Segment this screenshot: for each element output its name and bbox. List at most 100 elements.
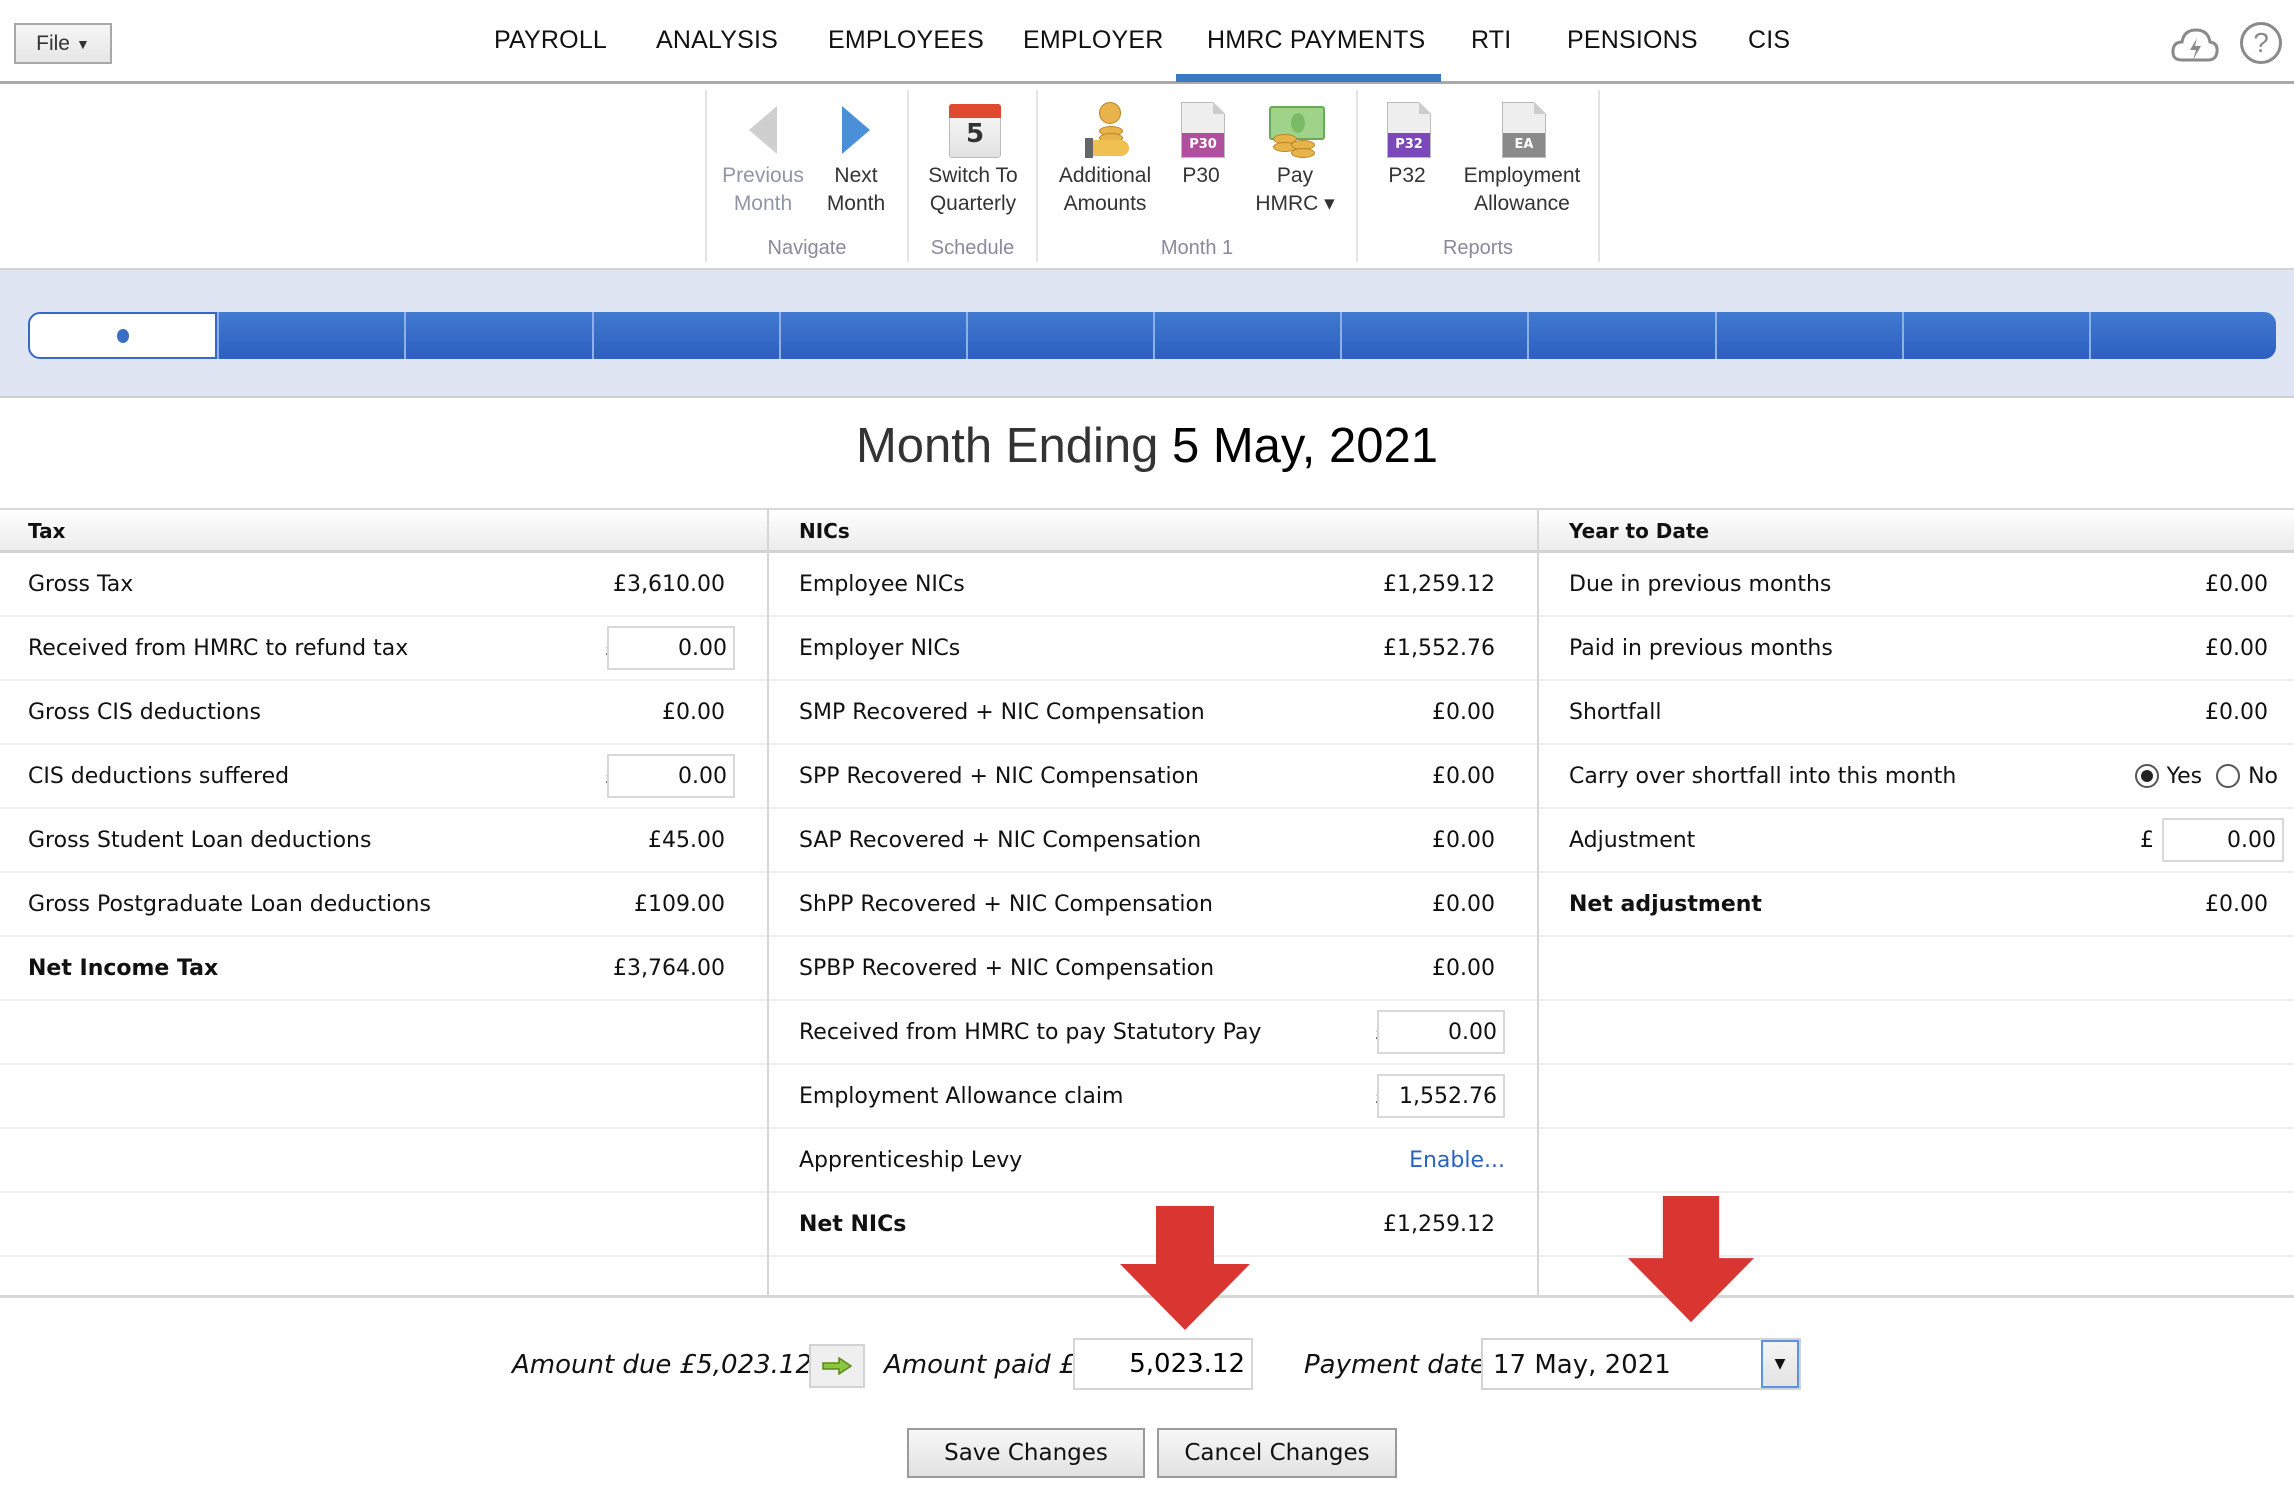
row-label: Due in previous months [1569,571,1832,597]
timeline-month-9[interactable] [1527,312,1715,359]
row-label: SPP Recovered + NIC Compensation [799,763,1199,789]
previous-month-button[interactable]: Previous Month [719,98,807,216]
file-menu-button[interactable]: File ▼ [14,23,112,64]
current-month-dot-icon [116,328,129,343]
enable-apprenticeship-levy-link[interactable]: Enable... [1409,1148,1505,1173]
tab-pensions[interactable]: PENSIONS [1567,26,1698,55]
annotation-arrow-down-icon [1120,1206,1250,1330]
employment-allowance-label-2: Allowance [1474,192,1570,215]
month-timeline-band [0,268,2294,398]
tab-payroll[interactable]: PAYROLL [494,26,607,55]
row-value: £1,259.12 [1383,571,1495,597]
tab-hmrc-payments[interactable]: HMRC PAYMENTS [1207,26,1425,55]
ribbon-group-label: Month 1 [1160,237,1234,259]
arrow-right-green-icon [822,1357,852,1375]
timeline-month-8[interactable] [1340,312,1528,359]
timeline-month-6[interactable] [965,312,1154,359]
ytd-empty-row [1539,1129,2294,1193]
nics-header: NICs [769,510,1537,553]
row-value: £0.00 [662,699,725,725]
timeline-month-2[interactable] [217,312,405,359]
nics-column: NICs Employee NICs £1,259.12 Employer NICs… [767,510,1537,1295]
copy-amount-button[interactable] [809,1344,865,1388]
timeline-month-10[interactable] [1714,312,1902,359]
tab-employer[interactable]: EMPLOYER [1023,26,1164,55]
previous-month-label-2: Month [733,192,793,215]
p30-document-icon: P30 [1181,102,1225,158]
ribbon-group-navigate: Previous Month Next Month Navigate [705,90,907,262]
ytd-row: Adjustment £ [1539,809,2294,873]
payment-date-label: Payment date [1304,1350,1486,1380]
ytd-header: Year to Date [1539,510,2294,553]
amount-input[interactable] [2162,818,2284,862]
row-label: SAP Recovered + NIC Compensation [799,827,1202,853]
help-icon[interactable]: ? [2240,22,2282,64]
tab-rti[interactable]: RTI [1471,26,1511,55]
hmrc-summary-grid: Tax Gross Tax £3,610.00 Received from HMRC… [0,508,2294,1298]
arrow-right-icon [842,106,870,154]
row-value: £1,259.12 [1383,1211,1495,1237]
row-value: £0.00 [1432,891,1495,917]
nics-row: SAP Recovered + NIC Compensation £0.00 [769,809,1537,873]
timeline-month-4[interactable] [591,312,779,359]
calendar-icon: 5 [949,104,1001,158]
nics-row: Employee NICs £1,259.12 [769,553,1537,617]
cancel-changes-button[interactable]: Cancel Changes [1157,1428,1397,1478]
switch-label-1: Switch To [928,164,1018,187]
save-changes-button[interactable]: Save Changes [907,1428,1145,1478]
switch-to-quarterly-button[interactable]: 5 Switch To Quarterly [919,98,1027,216]
row-label: Net adjustment [1569,891,1762,917]
p30-label: P30 [1182,164,1220,187]
pay-hmrc-label-1: Pay [1276,164,1314,187]
coins-hand-icon [1085,102,1131,160]
nics-row: Employment Allowance claim£ [769,1065,1537,1129]
timeline-month-11[interactable] [1901,312,2089,359]
next-month-button[interactable]: Next Month [817,98,895,216]
tax-row: Received from HMRC to refund tax£ [0,617,767,681]
amount-paid-input[interactable] [1073,1338,1253,1390]
row-value: £0.00 [2205,571,2268,597]
timeline-month-7[interactable] [1153,312,1341,359]
nics-row: Received from HMRC to pay Statutory Pay£ [769,1001,1537,1065]
dropdown-caret-icon[interactable]: ▼ [1761,1340,1799,1388]
cloud-sync-icon[interactable] [2170,22,2220,68]
p32-button[interactable]: P32 P32 [1372,98,1442,188]
row-value: £0.00 [1432,699,1495,725]
employment-allowance-button[interactable]: EA Employment Allowance [1458,98,1586,216]
amount-input[interactable] [1377,1074,1505,1118]
amount-input[interactable] [1377,1010,1505,1054]
payment-row: Amount due £5,023.12 Amount paid £ Payme… [0,1338,2294,1392]
payment-date-value: 17 May, 2021 [1493,1350,1671,1380]
payment-date-select[interactable]: 17 May, 2021 ▼ [1481,1338,1801,1390]
amount-input[interactable] [607,626,735,670]
ytd-row: Net adjustment £0.00 [1539,873,2294,937]
radio-no[interactable] [2216,764,2241,788]
additional-amounts-label-1: Additional [1058,164,1152,187]
tax-column: Tax Gross Tax £3,610.00 Received from HMRC… [0,510,767,1295]
tab-cis[interactable]: CIS [1748,26,1790,55]
nics-row: ShPP Recovered + NIC Compensation £0.00 [769,873,1537,937]
p32-document-icon: P32 [1387,102,1431,158]
timeline-month-12[interactable] [2088,312,2277,359]
timeline-month-5[interactable] [778,312,966,359]
nics-row: SMP Recovered + NIC Compensation £0.00 [769,681,1537,745]
p30-button[interactable]: P30 P30 [1168,98,1234,188]
ytd-row: Carry over shortfall into this month Yes N… [1539,745,2294,809]
tax-empty-row [0,1129,767,1193]
additional-amounts-button[interactable]: Additional Amounts [1052,98,1158,216]
timeline-month-1[interactable] [28,312,218,359]
tax-row: Gross Student Loan deductions £45.00 [0,809,767,873]
calendar-day: 5 [965,119,985,149]
tab-analysis[interactable]: ANALYSIS [656,26,778,55]
additional-amounts-label-2: Amounts [1063,192,1147,215]
timeline-month-3[interactable] [404,312,592,359]
ytd-empty-row [1539,937,2294,1001]
tax-row: CIS deductions suffered£ [0,745,767,809]
amount-input[interactable] [607,754,735,798]
row-value: £0.00 [1432,955,1495,981]
pay-hmrc-button[interactable]: Pay HMRC ▾ [1250,98,1340,216]
currency-symbol: £ [2140,827,2154,853]
tab-employees[interactable]: EMPLOYEES [828,26,984,55]
ea-badge: EA [1503,133,1545,157]
radio-yes[interactable] [2134,764,2159,788]
